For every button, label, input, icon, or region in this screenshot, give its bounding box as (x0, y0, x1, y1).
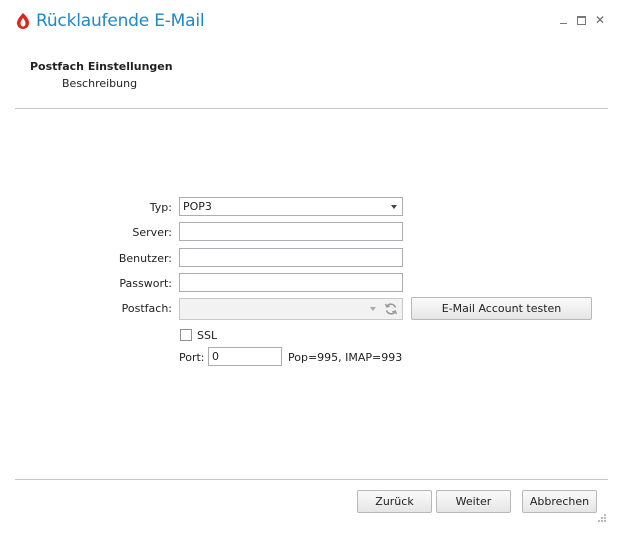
window-title: Rücklaufende E-Mail (36, 11, 205, 31)
header-divider (15, 108, 608, 109)
flame-logo-icon (17, 13, 29, 29)
typ-select[interactable]: POP3 (179, 197, 403, 216)
benutzer-label: Benutzer: (118, 252, 172, 265)
ssl-checkbox[interactable] (180, 329, 192, 341)
port-hint: Pop=995, IMAP=993 (288, 351, 403, 364)
resize-grip-icon[interactable] (597, 513, 607, 523)
port-label: Port: (179, 351, 205, 364)
next-button[interactable]: Weiter (436, 490, 511, 513)
minimize-icon (559, 22, 567, 24)
chevron-down-icon (391, 205, 397, 209)
server-label: Server: (132, 226, 172, 239)
cancel-button[interactable]: Abbrechen (522, 490, 597, 513)
maximize-button[interactable] (574, 13, 588, 27)
postfach-label: Postfach: (121, 302, 172, 315)
minimize-button[interactable] (556, 13, 570, 27)
typ-select-value: POP3 (183, 200, 212, 213)
passwort-label: Passwort: (119, 277, 172, 290)
ssl-label: SSL (197, 329, 218, 342)
maximize-icon (576, 15, 586, 25)
test-account-button[interactable]: E-Mail Account testen (411, 297, 592, 320)
postfach-select[interactable] (179, 298, 403, 320)
passwort-input[interactable] (179, 273, 403, 292)
typ-label: Typ: (149, 201, 172, 214)
section-title: Postfach Einstellungen (30, 60, 173, 73)
server-input[interactable] (179, 222, 403, 241)
benutzer-input[interactable] (179, 248, 403, 267)
footer-divider (15, 479, 608, 480)
port-input[interactable] (208, 347, 282, 366)
section-description: Beschreibung (62, 77, 138, 90)
close-icon: ✕ (594, 13, 606, 27)
back-button[interactable]: Zurück (357, 490, 432, 513)
postfach-chevron-down-icon (370, 307, 376, 311)
close-button[interactable]: ✕ (593, 13, 607, 27)
refresh-icon[interactable] (384, 302, 398, 316)
